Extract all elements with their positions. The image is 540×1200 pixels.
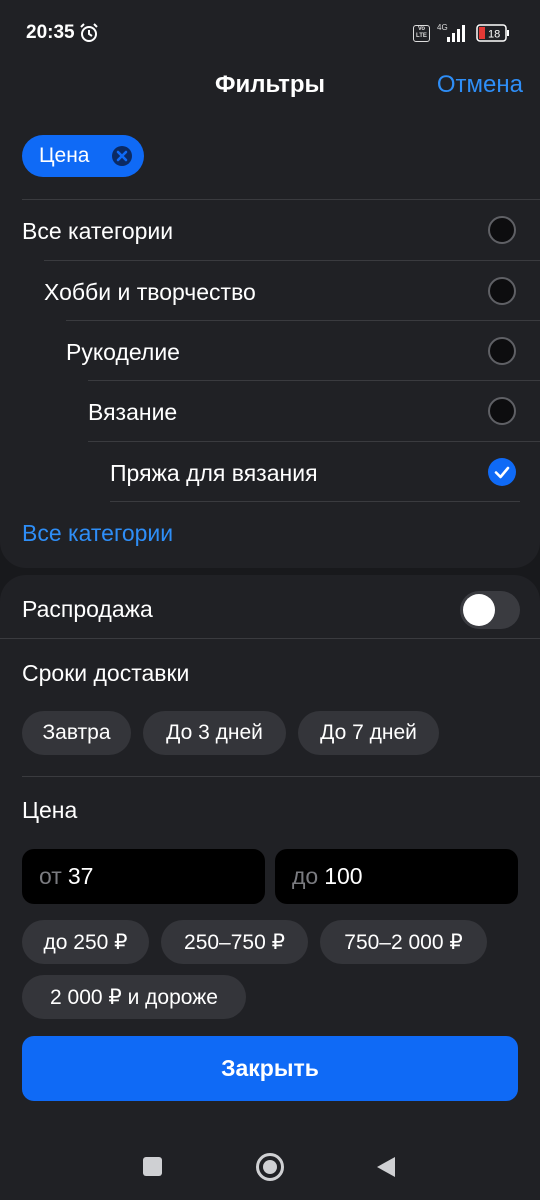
battery-icon: 18 bbox=[476, 24, 509, 42]
category-row-yarn[interactable]: Пряжа для вязания bbox=[110, 442, 540, 502]
toggle-knob bbox=[463, 594, 495, 626]
cancel-button[interactable]: Отмена bbox=[437, 71, 523, 99]
category-label: Рукоделие bbox=[66, 339, 180, 365]
circle-icon[interactable] bbox=[256, 1153, 284, 1181]
divider bbox=[0, 638, 540, 639]
sale-toggle[interactable] bbox=[460, 591, 520, 629]
all-categories-link[interactable]: Все категории bbox=[22, 520, 173, 547]
category-row-hobby[interactable]: Хобби и творчество bbox=[44, 261, 540, 321]
signal-icon: 4G bbox=[437, 23, 465, 42]
category-label: Хобби и творчество bbox=[44, 279, 256, 305]
price-from-input[interactable]: от 37 bbox=[22, 849, 265, 904]
radio-unchecked-icon[interactable] bbox=[488, 337, 516, 365]
battery-level: 18 bbox=[488, 29, 500, 41]
alarm-clock-icon bbox=[80, 23, 98, 42]
category-label: Все категории bbox=[22, 218, 174, 244]
delivery-chip-7-days[interactable]: До 7 дней bbox=[298, 711, 439, 755]
divider bbox=[22, 776, 540, 777]
delivery-title: Сроки доставки bbox=[22, 660, 190, 686]
close-circle-icon[interactable] bbox=[111, 145, 133, 167]
price-from-value: 37 bbox=[67, 863, 94, 889]
active-filter-chip-label: Цена bbox=[39, 144, 90, 167]
price-title: Цена bbox=[22, 797, 78, 823]
checkmark-icon[interactable] bbox=[488, 458, 516, 486]
price-preset-chip[interactable]: 750–2 000 ₽ bbox=[320, 920, 487, 964]
square-icon[interactable] bbox=[143, 1157, 162, 1176]
delivery-chip-tomorrow[interactable]: Завтра bbox=[22, 711, 131, 755]
radio-unchecked-icon[interactable] bbox=[488, 216, 516, 244]
price-preset-chip[interactable]: 2 000 ₽ и дороже bbox=[22, 975, 246, 1019]
radio-unchecked-icon[interactable] bbox=[488, 277, 516, 305]
category-row-needlework[interactable]: Рукоделие bbox=[66, 321, 540, 381]
price-preset-chip[interactable]: 250–750 ₽ bbox=[161, 920, 308, 964]
active-filter-chip-price[interactable]: Цена bbox=[22, 135, 144, 177]
price-to-value: 100 bbox=[324, 863, 363, 889]
volte-icon: Vo LTE bbox=[413, 25, 430, 42]
category-row-knitting[interactable]: Вязание bbox=[88, 381, 540, 441]
category-label: Пряжа для вязания bbox=[110, 460, 318, 486]
close-button[interactable]: Закрыть bbox=[22, 1036, 518, 1101]
price-to-prefix: до bbox=[292, 863, 319, 889]
status-time: 20:35 bbox=[26, 22, 75, 43]
radio-unchecked-icon[interactable] bbox=[488, 397, 516, 425]
triangle-back-icon[interactable] bbox=[376, 1156, 396, 1178]
category-row-all[interactable]: Все категории bbox=[22, 200, 540, 260]
delivery-chip-3-days[interactable]: До 3 дней bbox=[143, 711, 286, 755]
sale-label: Распродажа bbox=[22, 596, 153, 622]
price-from-prefix: от bbox=[39, 863, 62, 889]
network-type: 4G bbox=[437, 23, 448, 32]
divider bbox=[110, 501, 520, 502]
status-bar: 20:35 Vo LTE 4G 18 bbox=[0, 0, 540, 66]
category-label: Вязание bbox=[88, 399, 178, 425]
price-preset-chip[interactable]: до 250 ₽ bbox=[22, 920, 149, 964]
price-to-input[interactable]: до 100 bbox=[275, 849, 518, 904]
